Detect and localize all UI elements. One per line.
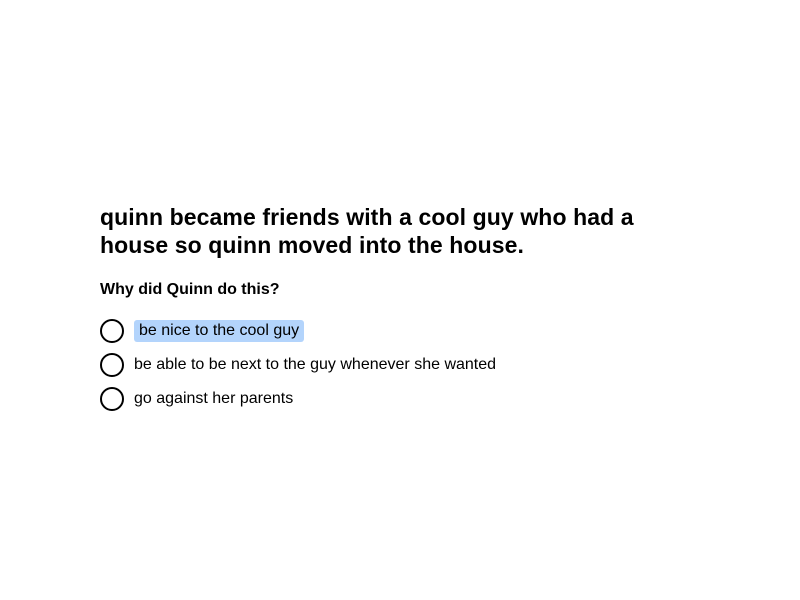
answer-option-2[interactable]: be able to be next to the guy whenever s… bbox=[100, 348, 700, 382]
radio-button-1[interactable] bbox=[100, 319, 124, 343]
answer-options: be nice to the cool guy be able to be ne… bbox=[100, 314, 700, 416]
radio-button-2[interactable] bbox=[100, 353, 124, 377]
answer-option-label-1[interactable]: be nice to the cool guy bbox=[134, 320, 305, 342]
passage-text: quinn became friends with a cool guy who… bbox=[100, 204, 634, 258]
answer-option-label-3[interactable]: go against her parents bbox=[134, 388, 293, 410]
radio-button-3[interactable] bbox=[100, 387, 124, 411]
answer-option-1[interactable]: be nice to the cool guy bbox=[100, 314, 700, 348]
page: quinn became friends with a cool guy who… bbox=[0, 0, 800, 600]
question-block: quinn became friends with a cool guy who… bbox=[100, 203, 700, 416]
answer-option-3[interactable]: go against her parents bbox=[100, 382, 700, 416]
question-prompt: Why did Quinn do this? bbox=[100, 281, 280, 298]
answer-option-label-2[interactable]: be able to be next to the guy whenever s… bbox=[134, 354, 496, 376]
